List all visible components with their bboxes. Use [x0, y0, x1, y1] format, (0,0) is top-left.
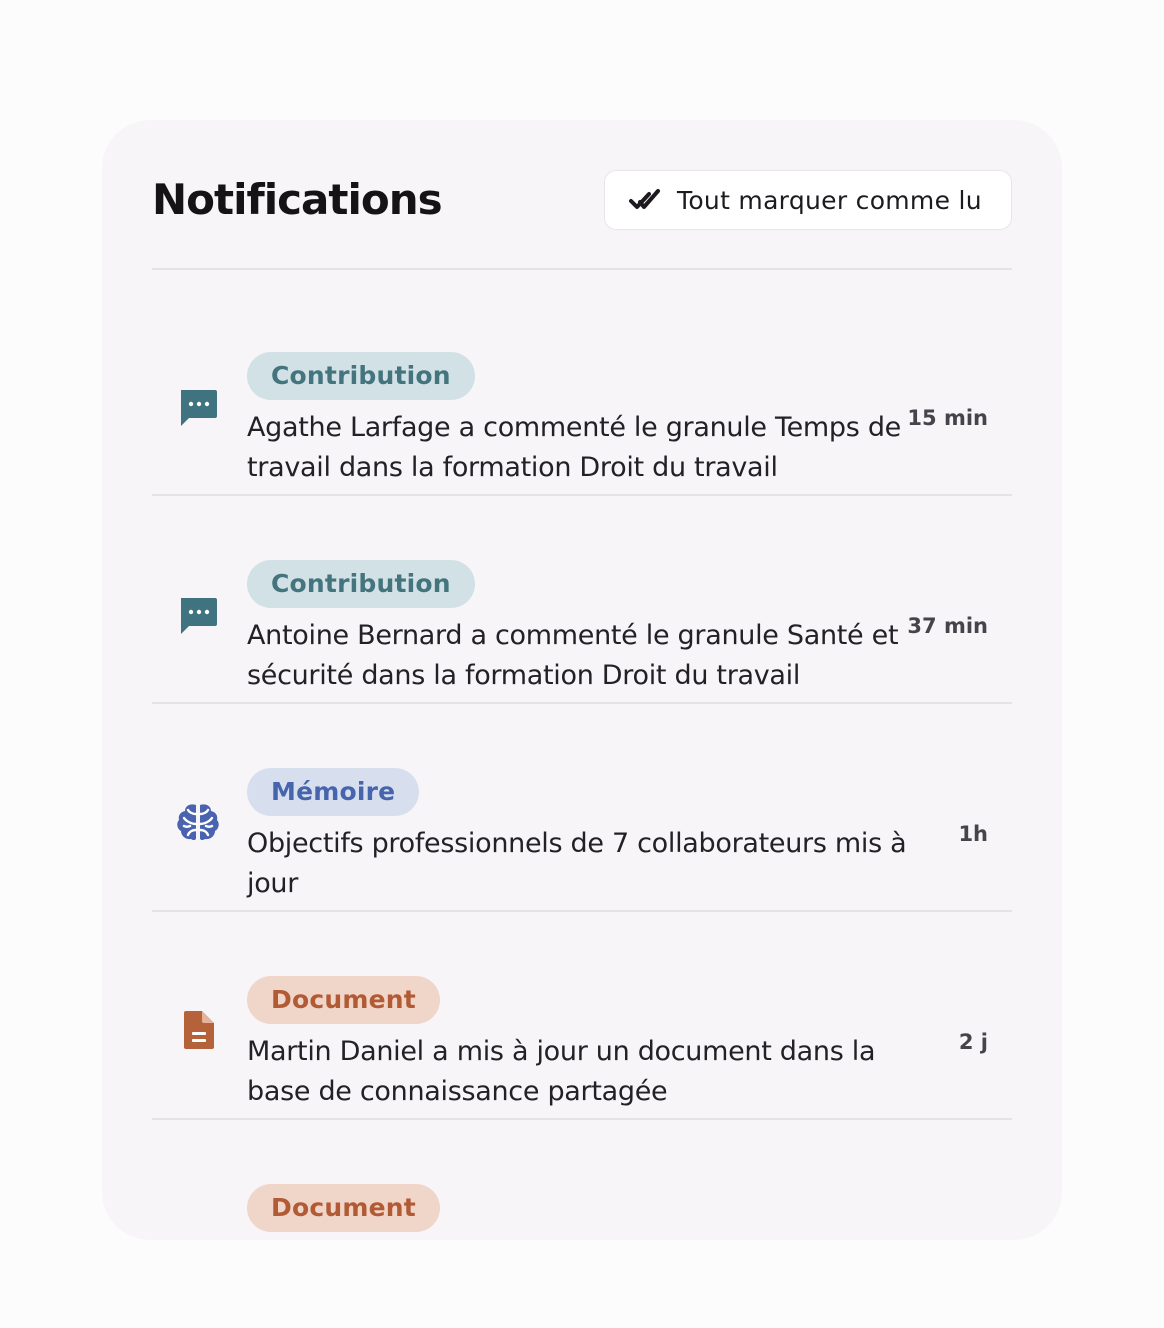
category-badge: Mémoire [247, 768, 420, 816]
category-badge: Contribution [247, 560, 475, 608]
mark-all-read-label: Tout marquer comme lu [677, 185, 982, 215]
notification-text: Antoine Bernard a commenté le granule Sa… [247, 620, 899, 691]
comment-icon [176, 386, 220, 430]
page-title: Notifications [152, 175, 443, 224]
notification-item[interactable]: Document Martin Daniel a mis à jour un d… [152, 912, 1012, 1120]
notification-item[interactable]: Contribution Agathe Larfage a commenté l… [152, 288, 1012, 496]
category-badge: Document [247, 1184, 440, 1232]
comment-icon [176, 594, 220, 638]
document-icon [176, 1008, 220, 1052]
notification-text: Agathe Larfage a commenté le granule Tem… [247, 412, 901, 483]
notification-time: 15 min [907, 406, 988, 430]
notification-item[interactable]: Mémoire Objectifs professionnels de 7 co… [152, 704, 1012, 912]
mark-all-read-button[interactable]: Tout marquer comme lu [604, 170, 1012, 230]
panel-header: Notifications Tout marquer comme lu [152, 170, 1012, 270]
brain-icon [176, 800, 220, 844]
notification-time: 2 j [958, 1030, 988, 1054]
double-check-icon [629, 187, 663, 213]
notification-item[interactable]: Document [152, 1120, 1012, 1328]
notification-time: 37 min [907, 614, 988, 638]
notification-text: Martin Daniel a mis à jour un document d… [247, 1036, 876, 1107]
notification-item[interactable]: Contribution Antoine Bernard a commenté … [152, 496, 1012, 704]
category-badge: Contribution [247, 352, 475, 400]
category-badge: Document [247, 976, 440, 1024]
notifications-panel: Notifications Tout marquer comme lu Cont… [102, 120, 1062, 1240]
notification-time: 1h [958, 822, 988, 846]
notification-text: Objectifs professionnels de 7 collaborat… [247, 828, 907, 899]
